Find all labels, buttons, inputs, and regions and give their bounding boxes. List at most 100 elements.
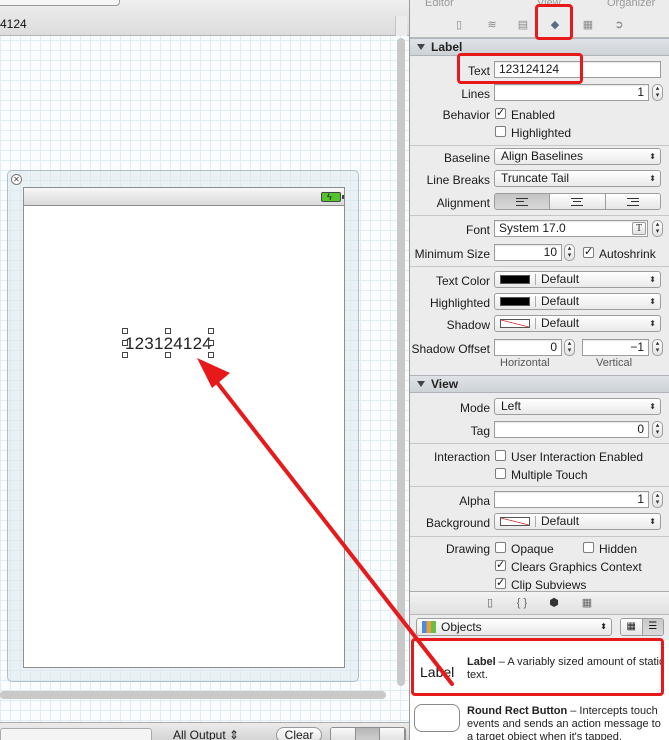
autoshrink-checkbox[interactable]: ✓ bbox=[583, 247, 594, 258]
no-color-swatch bbox=[500, 319, 530, 328]
popup-arrow-icon: ⬍ bbox=[649, 174, 656, 183]
user-interaction-label: User Interaction Enabled bbox=[511, 450, 644, 464]
shadow-offset-v-stepper[interactable]: ▴ ▾ bbox=[652, 339, 663, 356]
file-inspector-icon[interactable]: ▯ bbox=[451, 18, 467, 32]
highlighted-color-popup[interactable]: Default ⬍ bbox=[494, 293, 661, 310]
view-section-header[interactable]: View bbox=[410, 375, 669, 393]
alpha-stepper[interactable]: ▴ ▾ bbox=[652, 491, 663, 508]
tag-stepper[interactable]: ▴ ▾ bbox=[652, 421, 663, 438]
highlighted-checkbox[interactable] bbox=[495, 126, 506, 137]
shadow-popup[interactable]: Default ⬍ bbox=[494, 315, 661, 332]
baseline-popup[interactable]: Align Baselines ⬍ bbox=[494, 148, 661, 165]
quick-help-icon[interactable]: ≋ bbox=[484, 18, 500, 32]
variables-filter[interactable] bbox=[0, 728, 152, 740]
library-item-name: Round Rect Button bbox=[467, 705, 568, 717]
resize-handle-bottom-right[interactable] bbox=[208, 352, 214, 358]
grid-view-icon[interactable]: ▦ bbox=[621, 619, 643, 635]
right-pane-toggle[interactable] bbox=[380, 728, 405, 740]
alpha-field[interactable]: 1 bbox=[494, 491, 649, 508]
iphone-view-frame[interactable]: ✕ ϟ 123124124 bbox=[7, 170, 359, 682]
hidden-label: Hidden bbox=[599, 542, 638, 556]
shadow-label: Shadow bbox=[446, 318, 490, 332]
left-pane-toggle[interactable] bbox=[331, 728, 356, 740]
clip-subviews-checkbox[interactable]: ✓ bbox=[495, 578, 506, 589]
interface-builder-canvas[interactable]: 4124 ✕ ϟ 123124124 All Output ⇕ Clear bbox=[0, 0, 409, 740]
shadow-offset-v-field[interactable]: −1 bbox=[582, 339, 649, 356]
line-breaks-popup[interactable]: Truncate Tail ⬍ bbox=[494, 170, 661, 187]
divider bbox=[410, 215, 669, 216]
alpha-label: Alpha bbox=[459, 494, 490, 508]
editor-tab[interactable] bbox=[0, 0, 120, 6]
organizer-label: Organizer bbox=[607, 0, 656, 9]
lines-stepper[interactable]: ▴ ▾ bbox=[652, 84, 663, 101]
debug-view-toggle[interactable] bbox=[330, 727, 406, 740]
minimum-size-stepper[interactable]: ▴ ▾ bbox=[564, 244, 575, 261]
jump-bar: 4124 bbox=[0, 0, 409, 36]
list-view-icon[interactable]: ☰ bbox=[642, 619, 663, 635]
editor-label: Editor bbox=[425, 0, 454, 9]
object-library-icon[interactable]: ⬢ bbox=[546, 596, 562, 610]
resize-handle-bottom-left[interactable] bbox=[122, 352, 128, 358]
clears-graphics-label: Clears Graphics Context bbox=[511, 560, 642, 574]
alignment-label: Alignment bbox=[436, 196, 490, 210]
lines-field[interactable]: 1 bbox=[494, 84, 649, 101]
align-right-button[interactable] bbox=[605, 194, 660, 209]
hidden-checkbox[interactable] bbox=[583, 542, 594, 553]
popup-arrow-icon: ⬍ bbox=[600, 622, 607, 631]
output-selector[interactable]: All Output ⇕ bbox=[173, 728, 239, 740]
battery-icon: ϟ bbox=[321, 192, 344, 202]
multiple-touch-checkbox[interactable] bbox=[495, 468, 506, 479]
user-interaction-checkbox[interactable] bbox=[495, 450, 506, 461]
document-title: 4124 bbox=[0, 17, 27, 31]
enabled-label: Enabled bbox=[511, 108, 556, 122]
vertical-scrollbar[interactable] bbox=[397, 38, 405, 686]
media-library-icon[interactable]: ▦ bbox=[579, 596, 595, 610]
minimum-size-field[interactable]: 10 bbox=[494, 244, 562, 261]
shadow-offset-h-field[interactable]: 0 bbox=[494, 339, 562, 356]
clear-button[interactable]: Clear bbox=[276, 727, 322, 740]
code-snippet-icon[interactable]: { } bbox=[514, 596, 530, 610]
mode-popup[interactable]: Left ⬍ bbox=[494, 398, 661, 415]
autoshrink-label: Autoshrink bbox=[599, 247, 656, 261]
popup-arrow-icon: ⬍ bbox=[649, 319, 656, 328]
text-color-popup[interactable]: Default ⬍ bbox=[494, 271, 661, 288]
identity-inspector-icon[interactable]: ▤ bbox=[515, 18, 531, 32]
align-left-button[interactable] bbox=[495, 194, 551, 209]
library-item-round-rect-button[interactable]: Round Rect Button – Intercepts touch eve… bbox=[410, 696, 669, 740]
resize-handle-top-left[interactable] bbox=[122, 328, 128, 334]
opaque-label: Opaque bbox=[511, 542, 554, 556]
resize-handle-left[interactable] bbox=[122, 340, 128, 346]
font-picker-icon[interactable]: T bbox=[632, 222, 646, 235]
enabled-checkbox[interactable]: ✓ bbox=[495, 108, 506, 119]
align-center-button[interactable] bbox=[550, 194, 606, 209]
resize-handle-top[interactable] bbox=[165, 328, 171, 334]
resize-handle-top-right[interactable] bbox=[208, 328, 214, 334]
drawing-label: Drawing bbox=[445, 542, 490, 556]
iphone-screen[interactable]: ϟ 123124124 bbox=[23, 187, 345, 668]
library-filter-popup[interactable]: Objects ⬍ bbox=[416, 618, 612, 636]
size-inspector-icon[interactable]: ▦ bbox=[580, 18, 596, 32]
library-view-toggle[interactable]: ▦ ☰ bbox=[620, 618, 664, 636]
selected-label[interactable]: 123124124 bbox=[122, 328, 214, 358]
file-template-icon[interactable]: ▯ bbox=[482, 596, 498, 610]
resize-handle-right[interactable] bbox=[208, 340, 214, 346]
close-icon[interactable]: ✕ bbox=[11, 174, 22, 185]
tag-field[interactable]: 0 bbox=[494, 421, 649, 438]
background-popup[interactable]: Default ⬍ bbox=[494, 513, 661, 530]
resize-handle-bottom[interactable] bbox=[165, 352, 171, 358]
both-panes-toggle[interactable] bbox=[355, 728, 381, 740]
mode-value: Left bbox=[501, 399, 522, 413]
popup-arrow-icon: ⬍ bbox=[649, 297, 656, 306]
black-swatch bbox=[500, 275, 530, 284]
clip-subviews-label: Clip Subviews bbox=[511, 578, 587, 592]
font-field[interactable]: System 17.0 bbox=[494, 220, 648, 237]
clears-graphics-checkbox[interactable]: ✓ bbox=[495, 560, 506, 571]
status-bar: ϟ bbox=[24, 188, 344, 206]
horizontal-scrollbar[interactable] bbox=[0, 691, 386, 699]
shadow-offset-h-stepper[interactable]: ▴ ▾ bbox=[564, 339, 575, 356]
opaque-checkbox[interactable] bbox=[495, 542, 506, 553]
round-rect-button-thumbnail bbox=[414, 704, 460, 732]
connections-inspector-icon[interactable]: ➲ bbox=[611, 18, 627, 32]
alignment-segmented-control[interactable] bbox=[494, 193, 661, 210]
font-stepper[interactable]: ▴ ▾ bbox=[652, 220, 663, 237]
